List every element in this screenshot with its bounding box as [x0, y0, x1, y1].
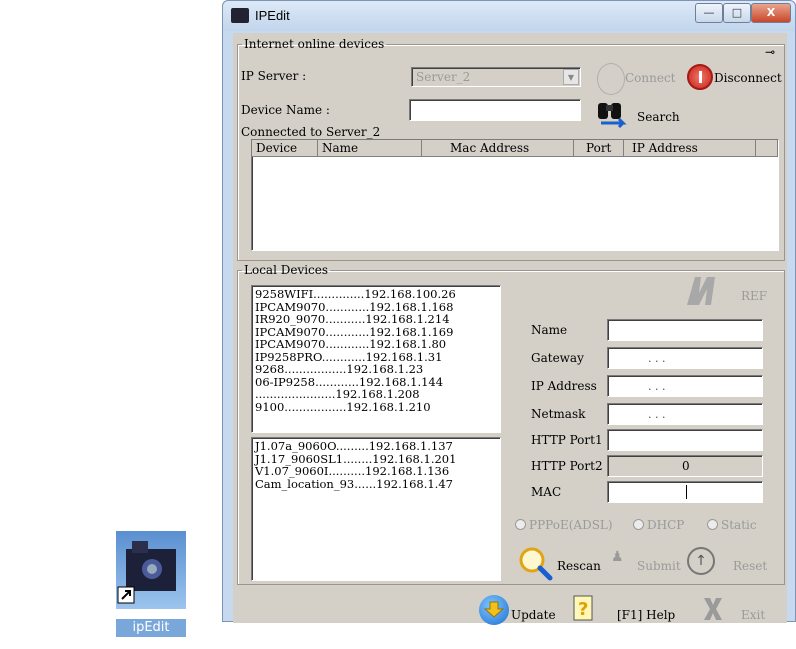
local-devices-list[interactable]: 9258WIFI..............192.168.100.26 IPC…: [251, 285, 501, 433]
list-item[interactable]: IPCAM9070............192.168.1.80: [255, 338, 497, 351]
reset-icon[interactable]: ↑: [687, 547, 715, 575]
reset-label[interactable]: Reset: [733, 559, 767, 573]
netmask-input[interactable]: . . .: [607, 403, 763, 425]
http-port1-label: HTTP Port1: [531, 433, 603, 447]
netmask-label: Netmask: [531, 407, 586, 421]
shortcut-label: ipEdit: [116, 619, 186, 637]
gateway-label: Gateway: [531, 351, 584, 365]
radio-static-icon: [707, 519, 718, 530]
app-icon: [231, 8, 249, 23]
binoculars-search-icon[interactable]: [595, 99, 629, 129]
pin-icon[interactable]: ⊸: [765, 45, 775, 59]
desktop-shortcut-ipedit[interactable]: ipEdit: [116, 531, 186, 637]
minimize-button[interactable]: —: [695, 3, 723, 23]
ref-icon[interactable]: [685, 273, 721, 307]
gateway-dots: . . .: [648, 352, 666, 365]
maximize-button[interactable]: □: [723, 3, 751, 23]
mac-input[interactable]: [607, 481, 763, 503]
name-input[interactable]: [607, 319, 763, 341]
gateway-input[interactable]: . . .: [607, 347, 763, 369]
column-header-name[interactable]: Name: [318, 140, 422, 157]
list-item[interactable]: ......................192.168.1.208: [255, 388, 497, 401]
rescan-magnifier-icon[interactable]: [517, 545, 553, 581]
ipedit-window: IPEdit — □ X Internet online devices ⊸ I…: [222, 0, 796, 625]
chevron-down-icon[interactable]: ▼: [563, 69, 579, 85]
radio-static[interactable]: Static: [707, 518, 757, 532]
list-item[interactable]: V1.07_9060I..........192.168.1.136: [255, 465, 497, 478]
name-label: Name: [531, 323, 568, 337]
device-name-label: Device Name :: [241, 103, 330, 117]
http-port2-value: 0: [682, 459, 690, 473]
column-header-port[interactable]: Port: [574, 140, 624, 157]
ip-server-label: IP Server :: [241, 69, 307, 83]
http-port1-input[interactable]: [607, 429, 763, 451]
help-label[interactable]: [F1] Help: [617, 608, 675, 622]
list-item[interactable]: IR920_9070...........192.168.1.214: [255, 313, 497, 326]
svg-text:?: ?: [578, 599, 588, 620]
radio-static-label: Static: [721, 518, 757, 532]
submit-label[interactable]: Submit: [637, 559, 681, 573]
ref-label[interactable]: REF: [741, 289, 767, 303]
list-item[interactable]: 9268.................192.168.1.23: [255, 363, 497, 376]
http-port2-label: HTTP Port2: [531, 459, 603, 473]
help-icon[interactable]: ?: [571, 593, 597, 623]
radio-dhcp[interactable]: DHCP: [633, 518, 684, 532]
list-item[interactable]: 9258WIFI..............192.168.100.26: [255, 288, 497, 301]
column-header-ip[interactable]: IP Address: [624, 140, 756, 157]
update-label[interactable]: Update: [511, 608, 556, 622]
disconnect-label[interactable]: Disconnect: [714, 71, 782, 85]
local-group-title: Local Devices: [244, 263, 329, 277]
exit-icon[interactable]: [701, 595, 725, 623]
radio-dhcp-label: DHCP: [647, 518, 685, 532]
radio-pppoe-icon: [515, 519, 526, 530]
exit-label[interactable]: Exit: [741, 608, 765, 622]
ip-server-value: Server_2: [416, 70, 471, 84]
rescan-label[interactable]: Rescan: [557, 559, 601, 573]
submit-icon[interactable]: ♟: [611, 549, 624, 565]
radio-pppoe[interactable]: PPPoE(ADSL): [515, 518, 613, 532]
disconnect-icon[interactable]: [687, 64, 713, 90]
ip-server-select[interactable]: Server_2 ▼: [411, 67, 581, 87]
search-label[interactable]: Search: [637, 110, 680, 124]
radio-pppoe-label: PPPoE(ADSL): [529, 518, 613, 532]
column-header-device[interactable]: Device: [252, 140, 318, 157]
online-group-title: Internet online devices: [244, 37, 385, 51]
ipedit-shortcut-icon: [116, 531, 186, 609]
netmask-dots: . . .: [648, 408, 666, 421]
list-item[interactable]: Cam_location_93......192.168.1.47: [255, 477, 497, 491]
close-button[interactable]: X: [751, 3, 791, 23]
radio-dhcp-icon: [633, 519, 644, 530]
connect-label[interactable]: Connect: [625, 71, 676, 85]
update-globe-icon[interactable]: [479, 595, 509, 625]
window-client-area: Internet online devices ⊸ IP Server : Se…: [233, 33, 787, 625]
list-item[interactable]: J1.07a_9060O.........192.168.1.137: [255, 440, 497, 453]
ip-address-dots: . . .: [648, 380, 666, 393]
local-devices-list-2[interactable]: J1.07a_9060O.........192.168.1.137 J1.17…: [251, 437, 501, 581]
http-port2-input[interactable]: 0: [607, 455, 763, 477]
ip-address-input[interactable]: . . .: [607, 375, 763, 397]
title-bar[interactable]: IPEdit — □ X: [223, 1, 795, 31]
window-title: IPEdit: [255, 8, 290, 23]
online-devices-table[interactable]: Device Name Mac Address Port IP Address: [251, 139, 779, 251]
text-cursor: [686, 485, 687, 499]
mac-label: MAC: [531, 485, 562, 499]
device-name-input[interactable]: [409, 99, 581, 121]
connected-server-label: Connected to Server_2: [241, 125, 381, 139]
list-item[interactable]: 9100.................192.168.1.210: [255, 400, 497, 414]
column-header-mac[interactable]: Mac Address: [422, 140, 574, 157]
ip-address-label: IP Address: [531, 379, 597, 393]
connect-icon[interactable]: [597, 63, 625, 95]
column-header-filler: [756, 140, 778, 157]
